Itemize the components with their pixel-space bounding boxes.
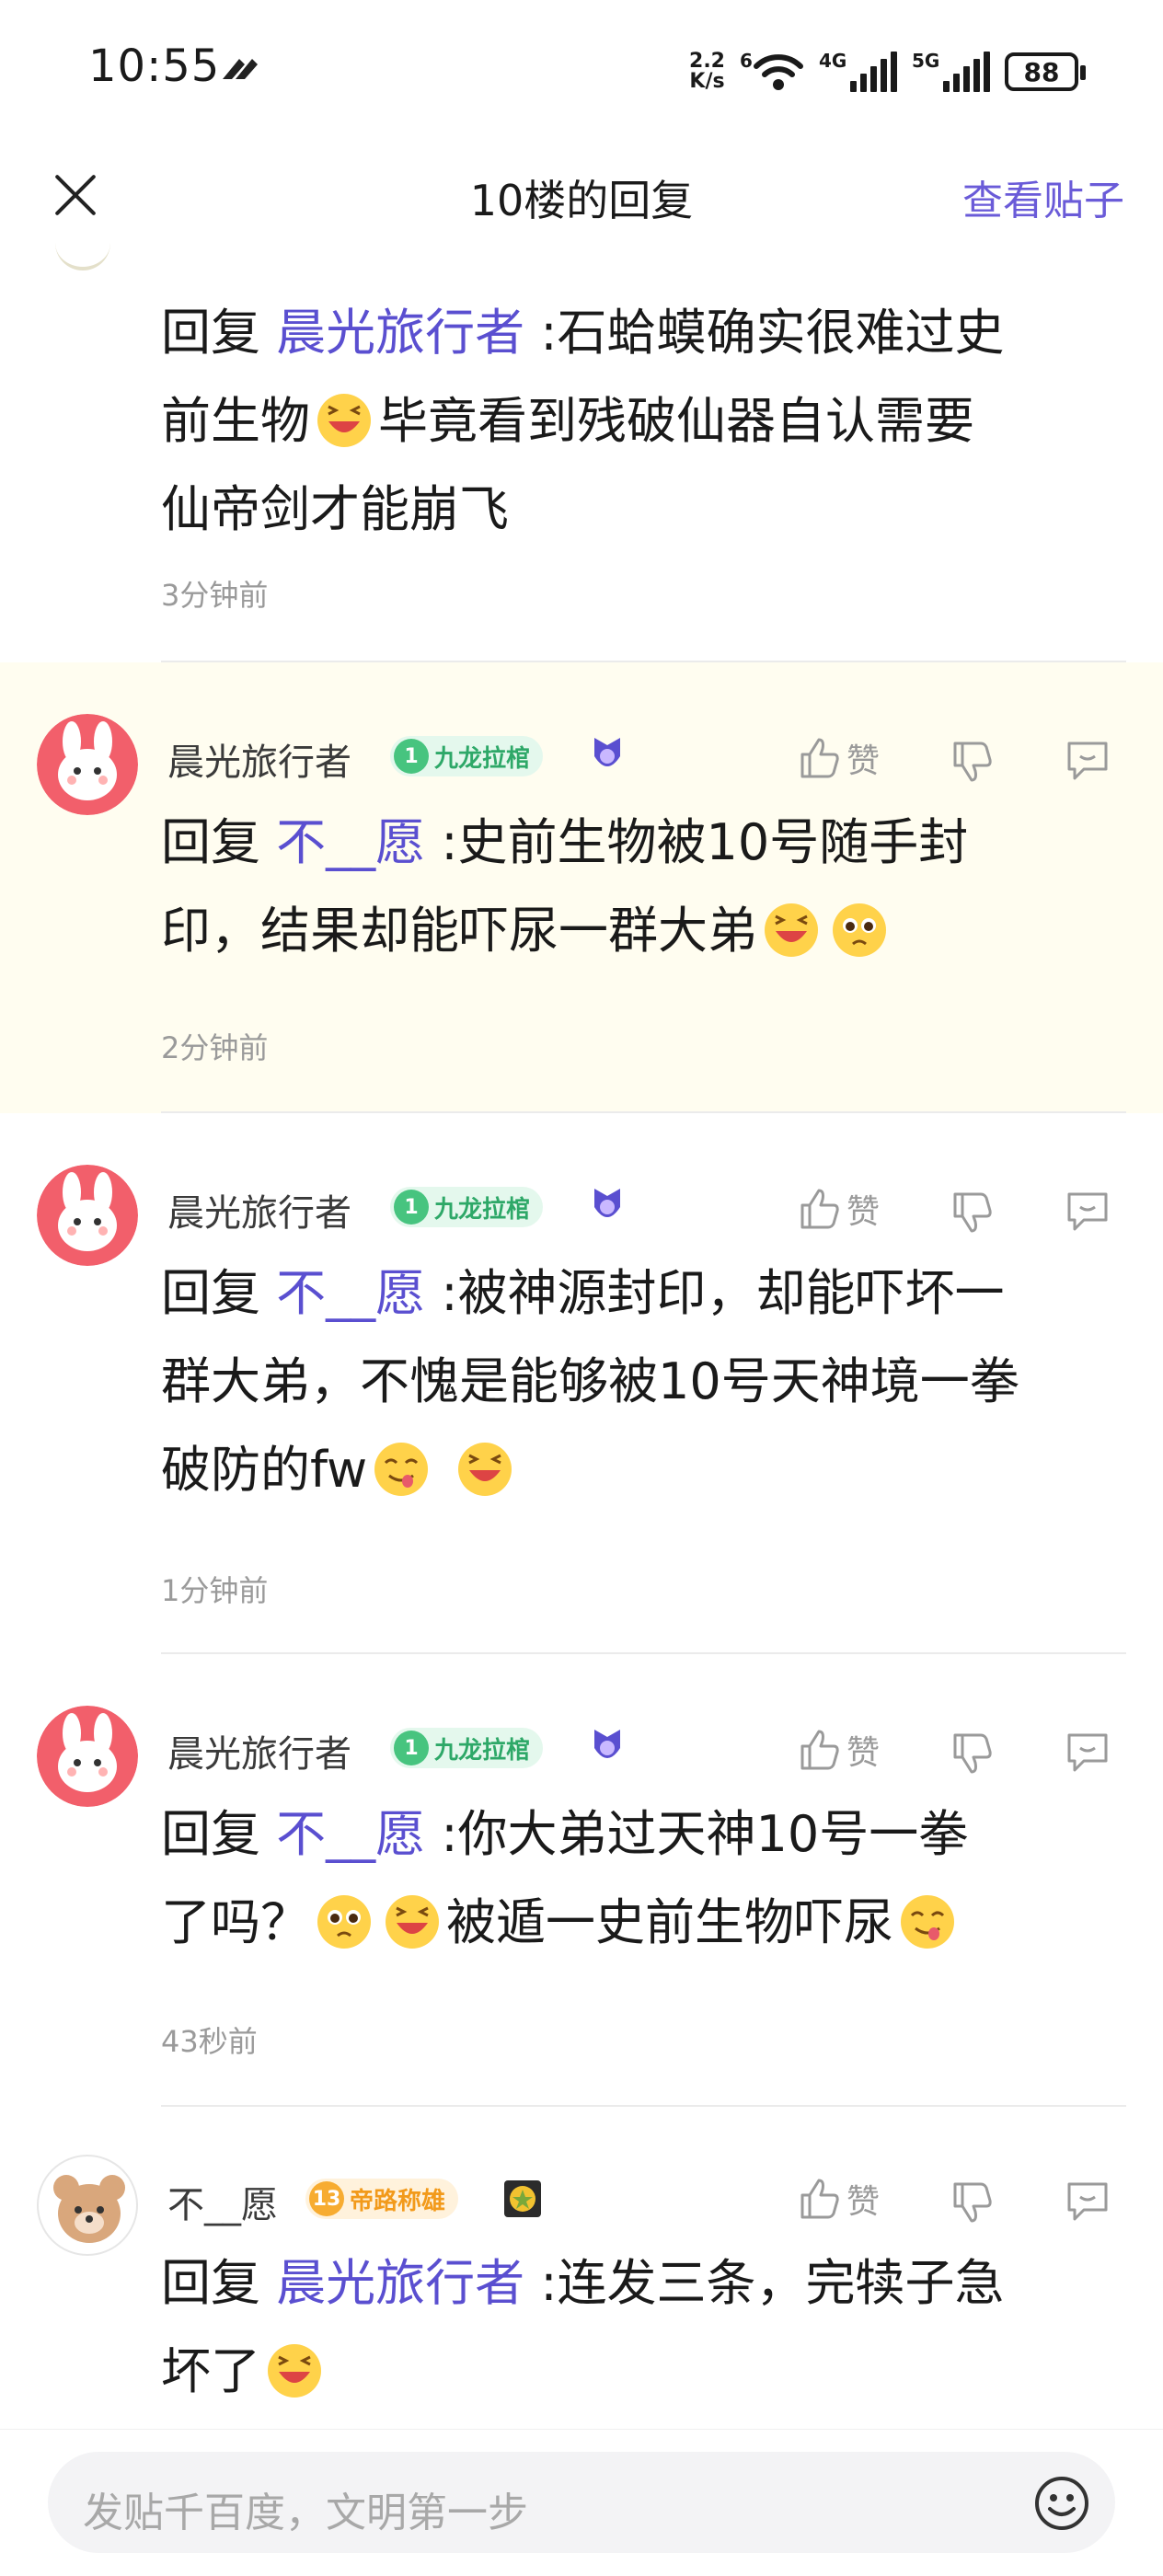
pleading-emoji-icon xyxy=(317,1895,371,1949)
reply-text: 回复 不__愿 :史前生物被10号随手封 印，结果却能吓尿一群大弟 xyxy=(161,813,969,960)
reply-time: 3分钟前 xyxy=(161,578,269,613)
mention-link[interactable]: 晨光旅行者 xyxy=(276,2254,524,2312)
list-item: 回复 晨光旅行者 :石蛤蟆确实很难过史 前生物 毕竟看到残破仙器自认需要 仙帝剑才… xyxy=(0,243,1163,662)
mention-link[interactable]: 不__愿 xyxy=(276,1805,425,1863)
yum-emoji-icon xyxy=(901,1895,954,1949)
status-time: 10:55 xyxy=(88,40,221,92)
app-notification-icon xyxy=(223,59,258,79)
level-badge: 1 九龙拉棺 xyxy=(390,1728,544,1768)
list-item: 晨光旅行者 1 九龙拉棺 赞 回复 不__愿 :被神源封印，却能吓坏一 群大弟，不… xyxy=(0,1113,1163,1654)
reply-text: 回复 不__愿 :你大弟过天神10号一拳 了吗？ 被遁一史前生物吓尿 xyxy=(161,1805,969,1951)
dislike-icon[interactable] xyxy=(948,1189,996,1236)
level-badge: 1 九龙拉棺 xyxy=(390,736,544,776)
avatar[interactable] xyxy=(37,714,138,815)
signal-4g-icon: 4G xyxy=(819,50,897,92)
reply-text: 回复 晨光旅行者 :石蛤蟆确实很难过史 前生物 毕竟看到残破仙器自认需要 仙帝剑才… xyxy=(161,304,1005,538)
top-bar: 10楼的回复 查看贴子 xyxy=(0,147,1163,243)
like-button[interactable]: 赞 xyxy=(795,2175,880,2223)
reply-time: 1分钟前 xyxy=(161,1573,269,1608)
laugh-emoji-icon xyxy=(268,2344,321,2398)
emoji-picker-icon[interactable] xyxy=(1032,2474,1091,2533)
level-badge: 13 帝路称雄 xyxy=(305,2179,459,2219)
reply-text: 回复 晨光旅行者 :连发三条，完犊子急 坏了 xyxy=(161,2254,1005,2400)
medal-icon xyxy=(594,1730,620,1758)
reply-time: 43秒前 xyxy=(161,2024,258,2059)
like-button[interactable]: 赞 xyxy=(795,1726,880,1774)
yum-emoji-icon xyxy=(374,1443,429,1496)
author-name[interactable]: 晨光旅行者 xyxy=(167,1724,351,1777)
level-badge: 1 九龙拉棺 xyxy=(390,1187,544,1227)
comment-icon[interactable] xyxy=(1064,1728,1111,1776)
dislike-icon[interactable] xyxy=(948,738,996,786)
avatar[interactable] xyxy=(37,1706,138,1807)
comment-icon[interactable] xyxy=(1064,1187,1111,1235)
signal-5g-icon: 5G xyxy=(912,50,990,92)
bottom-bar: 发贴千百度，文明第一步 xyxy=(0,2429,1163,2576)
reply-text: 回复 不__愿 :被神源封印，却能吓坏一 群大弟，不愧是能够被10号天神境一拳 … xyxy=(161,1264,1019,1499)
wifi-icon: 6 xyxy=(740,50,804,92)
mention-link[interactable]: 晨光旅行者 xyxy=(276,304,524,362)
medal-icon xyxy=(504,2180,541,2217)
like-button[interactable]: 赞 xyxy=(795,734,880,782)
reply-input[interactable]: 发贴千百度，文明第一步 xyxy=(48,2452,1115,2553)
like-button[interactable]: 赞 xyxy=(795,1185,880,1233)
mention-link[interactable]: 不__愿 xyxy=(276,1264,425,1322)
list-item: 晨光旅行者 1 九龙拉棺 赞 回复 不__愿 :你大弟过天神10号一拳 了吗？ 被遁… xyxy=(0,1654,1163,2107)
mention-link[interactable]: 不__愿 xyxy=(276,813,425,871)
author-name[interactable]: 不__愿 xyxy=(167,2175,278,2228)
laugh-emoji-icon xyxy=(317,394,371,447)
list-item: 不__愿 13 帝路称雄 赞 回复 晨光旅行者 :连发三条，完犊子急 坏了 xyxy=(0,2107,1163,2429)
view-post-link[interactable]: 查看贴子 xyxy=(962,167,1124,226)
input-placeholder: 发贴千百度，文明第一步 xyxy=(83,2490,528,2536)
author-name[interactable]: 晨光旅行者 xyxy=(167,1183,351,1236)
list-item: 晨光旅行者 1 九龙拉棺 赞 回复 不__愿 :史前生物被10号随手封 印，结果却… xyxy=(0,662,1163,1113)
battery-icon: 88 xyxy=(1005,52,1086,91)
dislike-icon[interactable] xyxy=(948,1730,996,1777)
avatar[interactable] xyxy=(55,243,110,270)
comment-icon[interactable] xyxy=(1064,736,1111,784)
dislike-icon[interactable] xyxy=(948,2179,996,2226)
comment-icon[interactable] xyxy=(1064,2177,1111,2225)
avatar[interactable] xyxy=(37,1165,138,1266)
status-bar: 10:55 2.2 K/s 6 4G 5G 88 xyxy=(0,0,1163,147)
net-speed: 2.2 K/s xyxy=(689,50,725,93)
reply-time: 2分钟前 xyxy=(161,1030,269,1065)
laugh-emoji-icon xyxy=(386,1895,439,1949)
pleading-emoji-icon xyxy=(833,903,886,957)
status-icons: 2.2 K/s 6 4G 5G 88 xyxy=(689,46,1086,98)
medal-icon xyxy=(594,738,620,766)
medal-icon xyxy=(594,1189,620,1217)
laugh-emoji-icon xyxy=(765,903,818,957)
author-name[interactable]: 晨光旅行者 xyxy=(167,732,351,786)
laugh-emoji-icon xyxy=(458,1443,512,1496)
avatar[interactable] xyxy=(37,2155,138,2256)
